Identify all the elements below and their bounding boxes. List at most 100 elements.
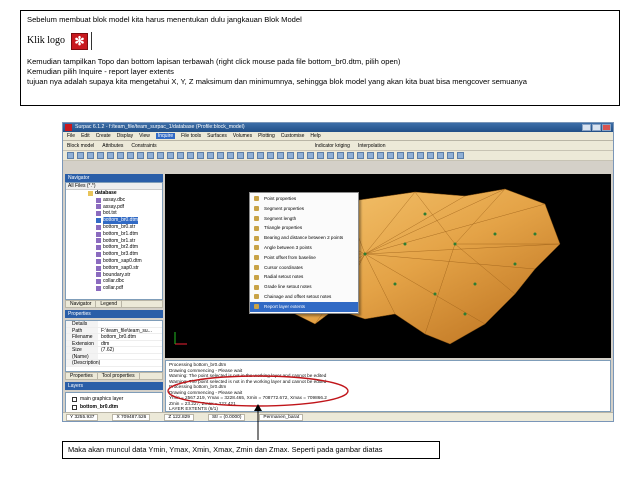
tree-item[interactable]: bottom_br1.dtm (66, 231, 162, 238)
property-value: bottom_br0.dtm (101, 334, 137, 340)
layer-bottom-br0[interactable]: bottom_br0.dtm (68, 403, 160, 411)
menu-item-radial-setout-notes[interactable]: Radial setout notes (250, 272, 358, 282)
toolbar-tool-icon[interactable] (457, 152, 464, 159)
layer-checkbox[interactable] (72, 404, 77, 410)
menu-plotting[interactable]: Plotting (258, 133, 275, 139)
toolbar-tool-icon[interactable] (367, 152, 374, 159)
toolbar-tool-icon[interactable] (307, 152, 314, 159)
toolbar-tool-icon[interactable] (447, 152, 454, 159)
tree-item[interactable]: bottom_sap0.str (66, 265, 162, 272)
tree-item[interactable]: bottom_br3.dtm (66, 251, 162, 258)
toolbar-tool-icon[interactable] (167, 152, 174, 159)
toolbar-tool-icon[interactable] (197, 152, 204, 159)
menu-customise[interactable]: Customise (281, 133, 305, 139)
tab-tool-properties[interactable]: Tool properties (98, 373, 140, 379)
menu-item-segment-properties[interactable]: Segment properties (250, 204, 358, 214)
menu-file-tools[interactable]: File tools (181, 133, 201, 139)
toolbar-tool-icon[interactable] (217, 152, 224, 159)
menu-view[interactable]: View (139, 133, 150, 139)
menu-item-report-layer-extents[interactable]: Report layer extents (250, 301, 358, 312)
tab-legend[interactable]: Legend (96, 301, 123, 307)
tab-navigator[interactable]: Navigator (66, 301, 97, 307)
toolbar-tool-icon[interactable] (407, 152, 414, 159)
menu-item-grade-line-setout-notes[interactable]: Grade line setout notes (250, 282, 358, 292)
tree-item[interactable]: boundary.str (66, 272, 162, 279)
menu-item-segment-length[interactable]: Segment length (250, 214, 358, 224)
menu-item-point-offset-from-baseline[interactable]: Point offset from baseline (250, 253, 358, 263)
toolbar-label-interpolation[interactable]: Interpolation (358, 143, 386, 149)
close-button[interactable] (602, 124, 611, 131)
toolbar-tool-icon[interactable] (357, 152, 364, 159)
toolbar-tool-icon[interactable] (377, 152, 384, 159)
toolbar-tool-icon[interactable] (417, 152, 424, 159)
toolbar-tool-icon[interactable] (247, 152, 254, 159)
layer-main-graphics[interactable]: main graphics layer (68, 395, 160, 403)
menu-item-bearing-and-distance-between-2-points[interactable]: Bearing and distance between 2 points (250, 233, 358, 243)
tree-item[interactable]: collar.pdf (66, 285, 162, 292)
menu-edit[interactable]: Edit (81, 133, 90, 139)
menu-create[interactable]: Create (96, 133, 111, 139)
tree-item[interactable]: bottom_sap0.dtm (66, 258, 162, 265)
tab-properties[interactable]: Properties (66, 373, 98, 379)
graphics-viewport[interactable]: Point properties Segment properties Segmen… (165, 174, 611, 358)
minimize-button[interactable] (582, 124, 591, 131)
menu-file[interactable]: File (67, 133, 75, 139)
toolbar-tool-icon[interactable] (237, 152, 244, 159)
toolbar-tool-icon[interactable] (187, 152, 194, 159)
toolbar-tool-icon[interactable] (337, 152, 344, 159)
toolbar-tool-icon[interactable] (277, 152, 284, 159)
toolbar-tool-icon[interactable] (257, 152, 264, 159)
menu-item-triangle-properties[interactable]: Triangle properties (250, 223, 358, 233)
file-tree[interactable]: All Files (*.*) database assay.dbc assay.… (65, 182, 163, 300)
toolbar-tool-icon[interactable] (227, 152, 234, 159)
toolbar-tool-icon[interactable] (267, 152, 274, 159)
toolbar-tool-icon[interactable] (147, 152, 154, 159)
tree-item[interactable]: assay.pdf (66, 204, 162, 211)
tree-item[interactable]: bottom_br2.dtm (66, 244, 162, 251)
toolbar-tool-icon[interactable] (127, 152, 134, 159)
menu-item-cursor-coordinates[interactable]: Cursor coordinates (250, 263, 358, 273)
toolbar-tool-icon[interactable] (117, 152, 124, 159)
tree-item[interactable]: bottom_br0.str (66, 224, 162, 231)
tree-item[interactable]: assay.dbc (66, 197, 162, 204)
toolbar-tool-icon[interactable] (87, 152, 94, 159)
toolbar-label-attributes[interactable]: Attributes (102, 143, 123, 149)
tree-item[interactable]: bottom_br0.dtm (66, 217, 162, 224)
toolbar-tool-icon[interactable] (157, 152, 164, 159)
toolbar-tool-icon[interactable] (287, 152, 294, 159)
toolbar-tool-icon[interactable] (347, 152, 354, 159)
toolbar-label-indicator-kriging[interactable]: Indicator kriging (315, 143, 350, 149)
menu-display[interactable]: Display (117, 133, 133, 139)
tree-root-database[interactable]: database (66, 190, 162, 197)
toolbar-label-constraints[interactable]: Constraints (131, 143, 156, 149)
toolbar-tool-icon[interactable] (437, 152, 444, 159)
layer-checkbox[interactable] (72, 396, 77, 402)
toolbar-tool-icon[interactable] (137, 152, 144, 159)
toolbar-label-block-model[interactable]: Block model (67, 143, 94, 149)
toolbar-tool-icon[interactable] (327, 152, 334, 159)
file-icon (96, 252, 101, 258)
toolbar-tool-icon[interactable] (427, 152, 434, 159)
menu-surfaces[interactable]: Surfaces (207, 133, 227, 139)
toolbar-tool-icon[interactable] (317, 152, 324, 159)
menu-item-point-properties[interactable]: Point properties (250, 194, 358, 204)
menu-item-angle-between-3-points[interactable]: Angle between 3 points (250, 243, 358, 253)
tree-item[interactable]: bottom_br1.str (66, 238, 162, 245)
menu-inquire[interactable]: Inquire (155, 133, 176, 139)
toolbar-tool-icon[interactable] (67, 152, 74, 159)
toolbar-tool-icon[interactable] (177, 152, 184, 159)
toolbar-tool-icon[interactable] (297, 152, 304, 159)
toolbar-tool-icon[interactable] (397, 152, 404, 159)
toolbar-tool-icon[interactable] (77, 152, 84, 159)
tree-item[interactable]: collar.dbc (66, 278, 162, 285)
toolbar-tool-icon[interactable] (207, 152, 214, 159)
menu-item-chainage-and-offset-setout-notes[interactable]: Chainage and offset setout notes (250, 292, 358, 302)
maximize-button[interactable] (592, 124, 601, 131)
toolbar-tool-icon[interactable] (387, 152, 394, 159)
menu-help[interactable]: Help (310, 133, 320, 139)
toolbar-tool-icon[interactable] (107, 152, 114, 159)
file-filter[interactable]: All Files (*.*) (66, 183, 162, 190)
menu-volumes[interactable]: Volumes (233, 133, 252, 139)
tree-item[interactable]: bot.txt (66, 210, 162, 217)
toolbar-tool-icon[interactable] (97, 152, 104, 159)
